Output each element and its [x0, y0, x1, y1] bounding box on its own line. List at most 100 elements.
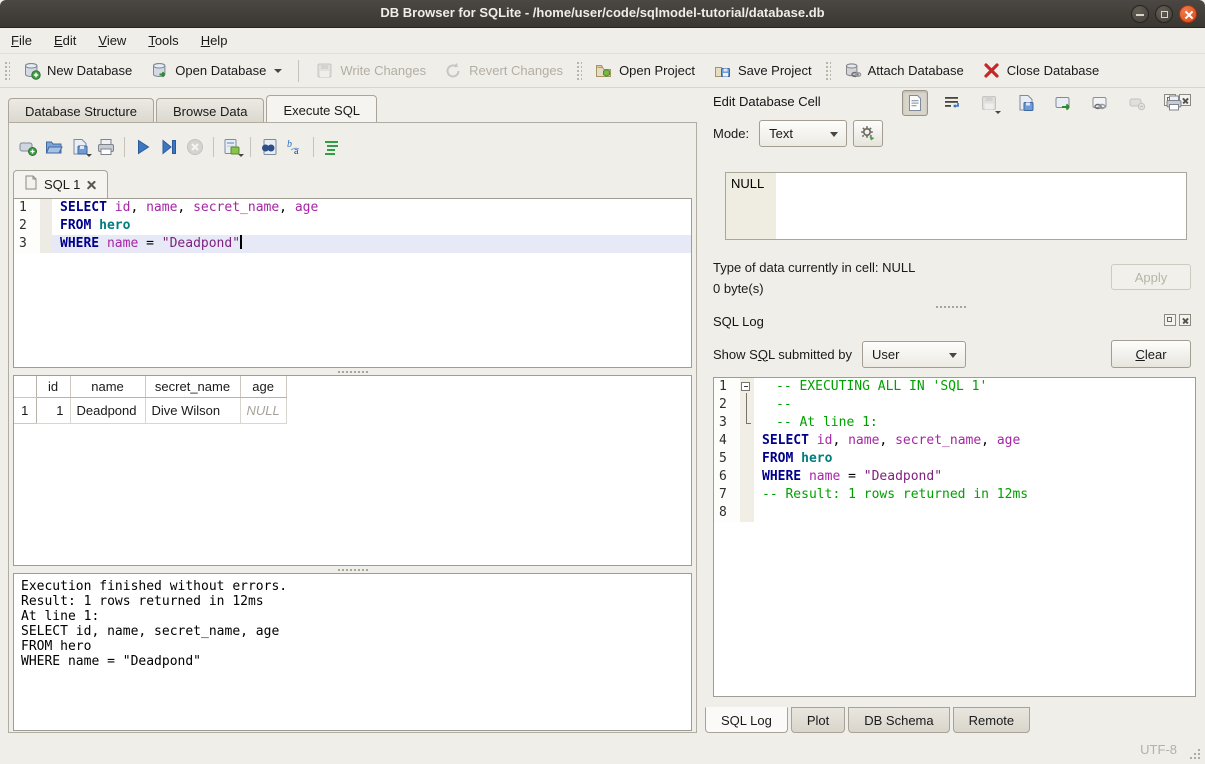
table-row: 11DeadpondDive WilsonNULL — [14, 397, 286, 423]
close-database-button[interactable]: Close Database — [973, 57, 1109, 84]
menu-tools[interactable]: Tools — [137, 29, 189, 52]
close-icon[interactable] — [1179, 5, 1197, 23]
attach-database-button[interactable]: Attach Database — [834, 57, 973, 84]
code-line[interactable]: 3-- At line 1: — [714, 414, 1195, 432]
open-sql-icon[interactable] — [41, 135, 67, 159]
resize-grip-icon[interactable] — [1188, 747, 1200, 759]
cell-value-editor[interactable]: NULL — [725, 172, 1187, 240]
minimize-icon[interactable] — [1131, 5, 1149, 23]
code-line[interactable]: 6WHERE name = "Deadpond" — [714, 468, 1195, 486]
mode-label: Mode: — [713, 126, 749, 141]
preview-mode-icon[interactable] — [902, 90, 928, 116]
toolbar-handle[interactable] — [575, 60, 582, 82]
dock-tab-bar: SQL Log Plot DB Schema Remote — [705, 707, 1030, 733]
print-icon[interactable] — [1161, 90, 1187, 116]
toolbar-handle[interactable] — [824, 60, 831, 82]
database-new-icon — [22, 61, 41, 80]
save-icon[interactable] — [1013, 90, 1039, 116]
statusbar: UTF-8 — [0, 733, 1205, 764]
menu-help[interactable]: Help — [190, 29, 239, 52]
table-cell[interactable]: NULL — [240, 397, 286, 423]
print-icon[interactable] — [93, 135, 119, 159]
code-line[interactable]: 7-- Result: 1 rows returned in 12ms — [714, 486, 1195, 504]
edit-cell-toolbar — [902, 88, 1187, 118]
column-header[interactable]: secret_name — [145, 376, 240, 397]
sql-editor[interactable]: 1SELECT id, name, secret_name, age2FROM … — [13, 198, 692, 368]
format-icon[interactable] — [319, 135, 345, 159]
float-dock-icon[interactable] — [1164, 314, 1176, 326]
open-project-button[interactable]: Open Project — [585, 57, 704, 84]
mode-select[interactable]: Text — [759, 120, 847, 147]
maximize-icon[interactable] — [1155, 5, 1173, 23]
column-header[interactable]: name — [70, 376, 145, 397]
splitter-handle[interactable] — [9, 368, 696, 375]
tab-execute-sql[interactable]: Execute SQL — [266, 95, 377, 122]
code-line[interactable]: 2FROM hero — [14, 217, 691, 235]
export-icon[interactable] — [1050, 90, 1076, 116]
dock-tab-remote[interactable]: Remote — [953, 707, 1031, 733]
tab-browse-data[interactable]: Browse Data — [156, 98, 264, 122]
gear-icon — [859, 124, 877, 142]
save-sql-icon[interactable] — [67, 135, 93, 159]
tab-database-structure[interactable]: Database Structure — [8, 98, 154, 122]
dock-tab-sql-log[interactable]: SQL Log — [705, 707, 788, 733]
sql-editor-toolbar: ba — [15, 133, 696, 161]
code-line[interactable]: 3WHERE name = "Deadpond" — [14, 235, 691, 253]
open-database-button[interactable]: Open Database — [141, 57, 291, 84]
menu-edit[interactable]: Edit — [43, 29, 87, 52]
auto-switch-mode-button[interactable] — [853, 120, 883, 147]
chevron-down-icon — [86, 154, 92, 157]
log-filter-label: Show SQL submitted by — [713, 347, 852, 362]
chevron-down-icon[interactable] — [274, 69, 282, 73]
table-cell[interactable]: Dive Wilson — [145, 397, 240, 423]
execute-all-icon[interactable] — [130, 135, 156, 159]
write-changes-icon — [315, 61, 334, 80]
sql-file-tab[interactable]: SQL 1 — [13, 170, 108, 198]
execution-message: Execution finished without errors. Resul… — [14, 574, 691, 674]
save-project-button[interactable]: Save Project — [704, 57, 821, 84]
close-dock-icon[interactable] — [1179, 314, 1191, 326]
toolbar-handle[interactable] — [3, 60, 10, 82]
dock-splitter-handle[interactable] — [705, 303, 1197, 310]
table-cell[interactable]: 1 — [36, 397, 70, 423]
menu-file[interactable]: File — [0, 29, 43, 52]
execute-line-icon[interactable] — [156, 135, 182, 159]
row-header[interactable]: 1 — [14, 397, 36, 423]
code-line[interactable]: 8 — [714, 504, 1195, 522]
log-filter-select[interactable]: User — [862, 341, 966, 368]
dock-tab-db-schema[interactable]: DB Schema — [848, 707, 949, 733]
results-table: idnamesecret_nameage11DeadpondDive Wilso… — [14, 376, 287, 424]
clear-log-button[interactable]: Clear — [1111, 340, 1191, 368]
column-header[interactable]: id — [36, 376, 70, 397]
open-project-icon — [594, 61, 613, 80]
splitter-handle[interactable] — [9, 566, 696, 573]
corner-header[interactable] — [14, 376, 36, 397]
code-line[interactable]: 2-- — [714, 396, 1195, 414]
encoding-indicator[interactable]: UTF-8 — [1140, 742, 1177, 757]
save-results-icon[interactable] — [219, 135, 245, 159]
database-open-icon — [150, 61, 169, 80]
write-changes-button: Write Changes — [306, 57, 435, 84]
code-line[interactable]: 5FROM hero — [714, 450, 1195, 468]
code-line[interactable]: 1SELECT id, name, secret_name, age — [14, 199, 691, 217]
new-database-button[interactable]: New Database — [13, 57, 141, 84]
find-icon[interactable] — [256, 135, 282, 159]
titlebar: DB Browser for SQLite - /home/user/code/… — [0, 0, 1205, 28]
close-database-icon — [982, 61, 1001, 80]
close-tab-icon[interactable] — [86, 179, 97, 190]
menu-view[interactable]: View — [87, 29, 137, 52]
dock-tab-plot[interactable]: Plot — [791, 707, 845, 733]
sql-log-view[interactable]: 1-- EXECUTING ALL IN 'SQL 1'2--3-- At li… — [713, 377, 1196, 697]
code-line[interactable]: 1-- EXECUTING ALL IN 'SQL 1' — [714, 378, 1195, 396]
edit-cell-title: Edit Database Cell — [713, 94, 821, 109]
code-line[interactable]: 4SELECT id, name, secret_name, age — [714, 432, 1195, 450]
chevron-down-icon — [238, 154, 244, 157]
table-cell[interactable]: Deadpond — [70, 397, 145, 423]
link-icon[interactable] — [1087, 90, 1113, 116]
column-header[interactable]: age — [240, 376, 286, 397]
word-wrap-icon[interactable] — [939, 90, 965, 116]
new-tab-icon[interactable] — [15, 135, 41, 159]
set-null-icon — [1124, 90, 1150, 116]
sql-document-icon — [24, 175, 38, 193]
replace-icon[interactable]: ba — [282, 135, 308, 159]
